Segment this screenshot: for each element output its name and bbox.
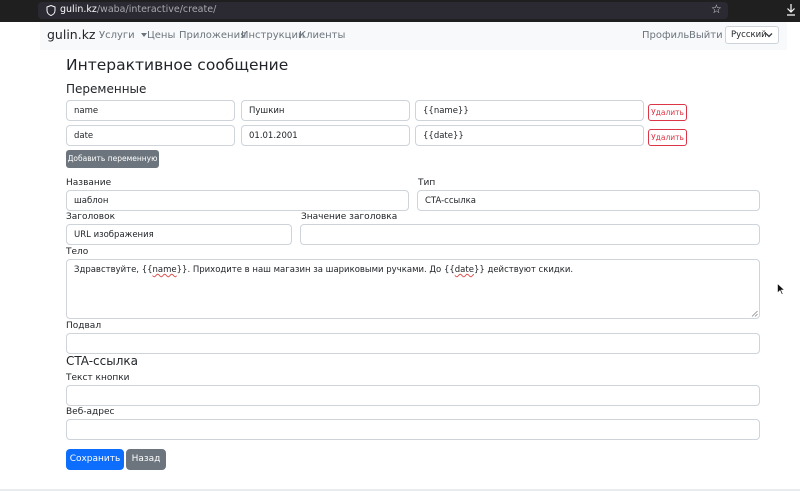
nav-instructions[interactable]: Инструкции (241, 30, 304, 41)
url-text: gulin.kz/waba/interactive/create/ (60, 4, 217, 15)
nav-services-dropdown[interactable]: Услуги (99, 30, 147, 41)
body-label: Тело (66, 247, 89, 257)
chevron-down-icon (765, 33, 773, 38)
web-address-input[interactable] (66, 419, 760, 440)
delete-variable-button[interactable]: Удалить (648, 129, 687, 146)
save-button[interactable]: Сохранить (66, 449, 124, 470)
button-text-input[interactable] (66, 385, 760, 406)
name-input[interactable]: шаблон (66, 190, 409, 211)
nav-prices[interactable]: Цены (147, 30, 175, 41)
body-text: }} действуют скидки. (473, 265, 574, 275)
bookmark-star-icon[interactable]: ☆ (711, 2, 722, 16)
browser-toolbar: gulin.kz/waba/interactive/create/ ☆ (0, 0, 800, 22)
body-text: }}. Приходите в наш магазин за шариковым… (176, 265, 455, 275)
back-button[interactable]: Назад (126, 449, 166, 470)
footer-label: Подвал (66, 321, 102, 331)
mouse-cursor-icon (777, 283, 785, 295)
footer-input[interactable] (66, 333, 760, 354)
variable-placeholder-input[interactable]: {{name}} (415, 100, 644, 121)
resize-handle-icon[interactable] (751, 310, 758, 317)
web-address-label: Веб-адрес (66, 407, 115, 417)
body-text: Здравствуйте, {{ (74, 265, 153, 275)
header-value-input[interactable] (300, 224, 760, 245)
variable-value-input[interactable]: Пушкин (241, 100, 410, 121)
button-text-label: Текст кнопки (66, 373, 130, 383)
delete-variable-button[interactable]: Удалить (648, 104, 687, 121)
name-label: Название (66, 178, 112, 188)
variable-name-input[interactable]: name (66, 100, 235, 121)
variable-value-input[interactable]: 01.01.2001 (241, 125, 410, 146)
cta-heading: CTA-ссылка (66, 354, 138, 368)
header-label: Заголовок (66, 212, 116, 222)
address-bar[interactable]: gulin.kz/waba/interactive/create/ ☆ (38, 2, 728, 19)
body-textarea[interactable]: Здравствуйте, {{name}}. Приходите в наш … (66, 259, 760, 319)
page-title: Интерактивное сообщение (66, 56, 289, 74)
variable-name-input[interactable]: date (66, 125, 235, 146)
nav-logout[interactable]: Выйти (689, 30, 723, 41)
header-value-label: Значение заголовка (301, 212, 398, 222)
download-icon[interactable] (786, 3, 796, 16)
nav-clients[interactable]: Клиенты (299, 30, 345, 41)
shield-icon (46, 5, 56, 16)
caret-down-icon (140, 33, 147, 37)
body-text: name (152, 265, 177, 275)
type-label: Тип (418, 178, 436, 188)
nav-apps[interactable]: Приложения (179, 30, 246, 41)
header-select[interactable]: URL изображения (66, 224, 292, 245)
variables-heading: Переменные (66, 82, 147, 96)
add-variable-button[interactable]: Добавить переменную (66, 150, 159, 168)
brand-link[interactable]: gulin.kz (47, 27, 96, 42)
type-select[interactable]: CTA-ссылка (417, 190, 760, 211)
nav-profile[interactable]: Профиль (642, 30, 689, 41)
language-select-value: Русский (731, 30, 767, 40)
language-select[interactable]: Русский (725, 26, 779, 44)
variable-placeholder-input[interactable]: {{date}} (415, 125, 644, 146)
body-text: date (454, 265, 474, 275)
top-navbar: gulin.kz Услуги Цены Приложения Инструкц… (40, 22, 787, 50)
